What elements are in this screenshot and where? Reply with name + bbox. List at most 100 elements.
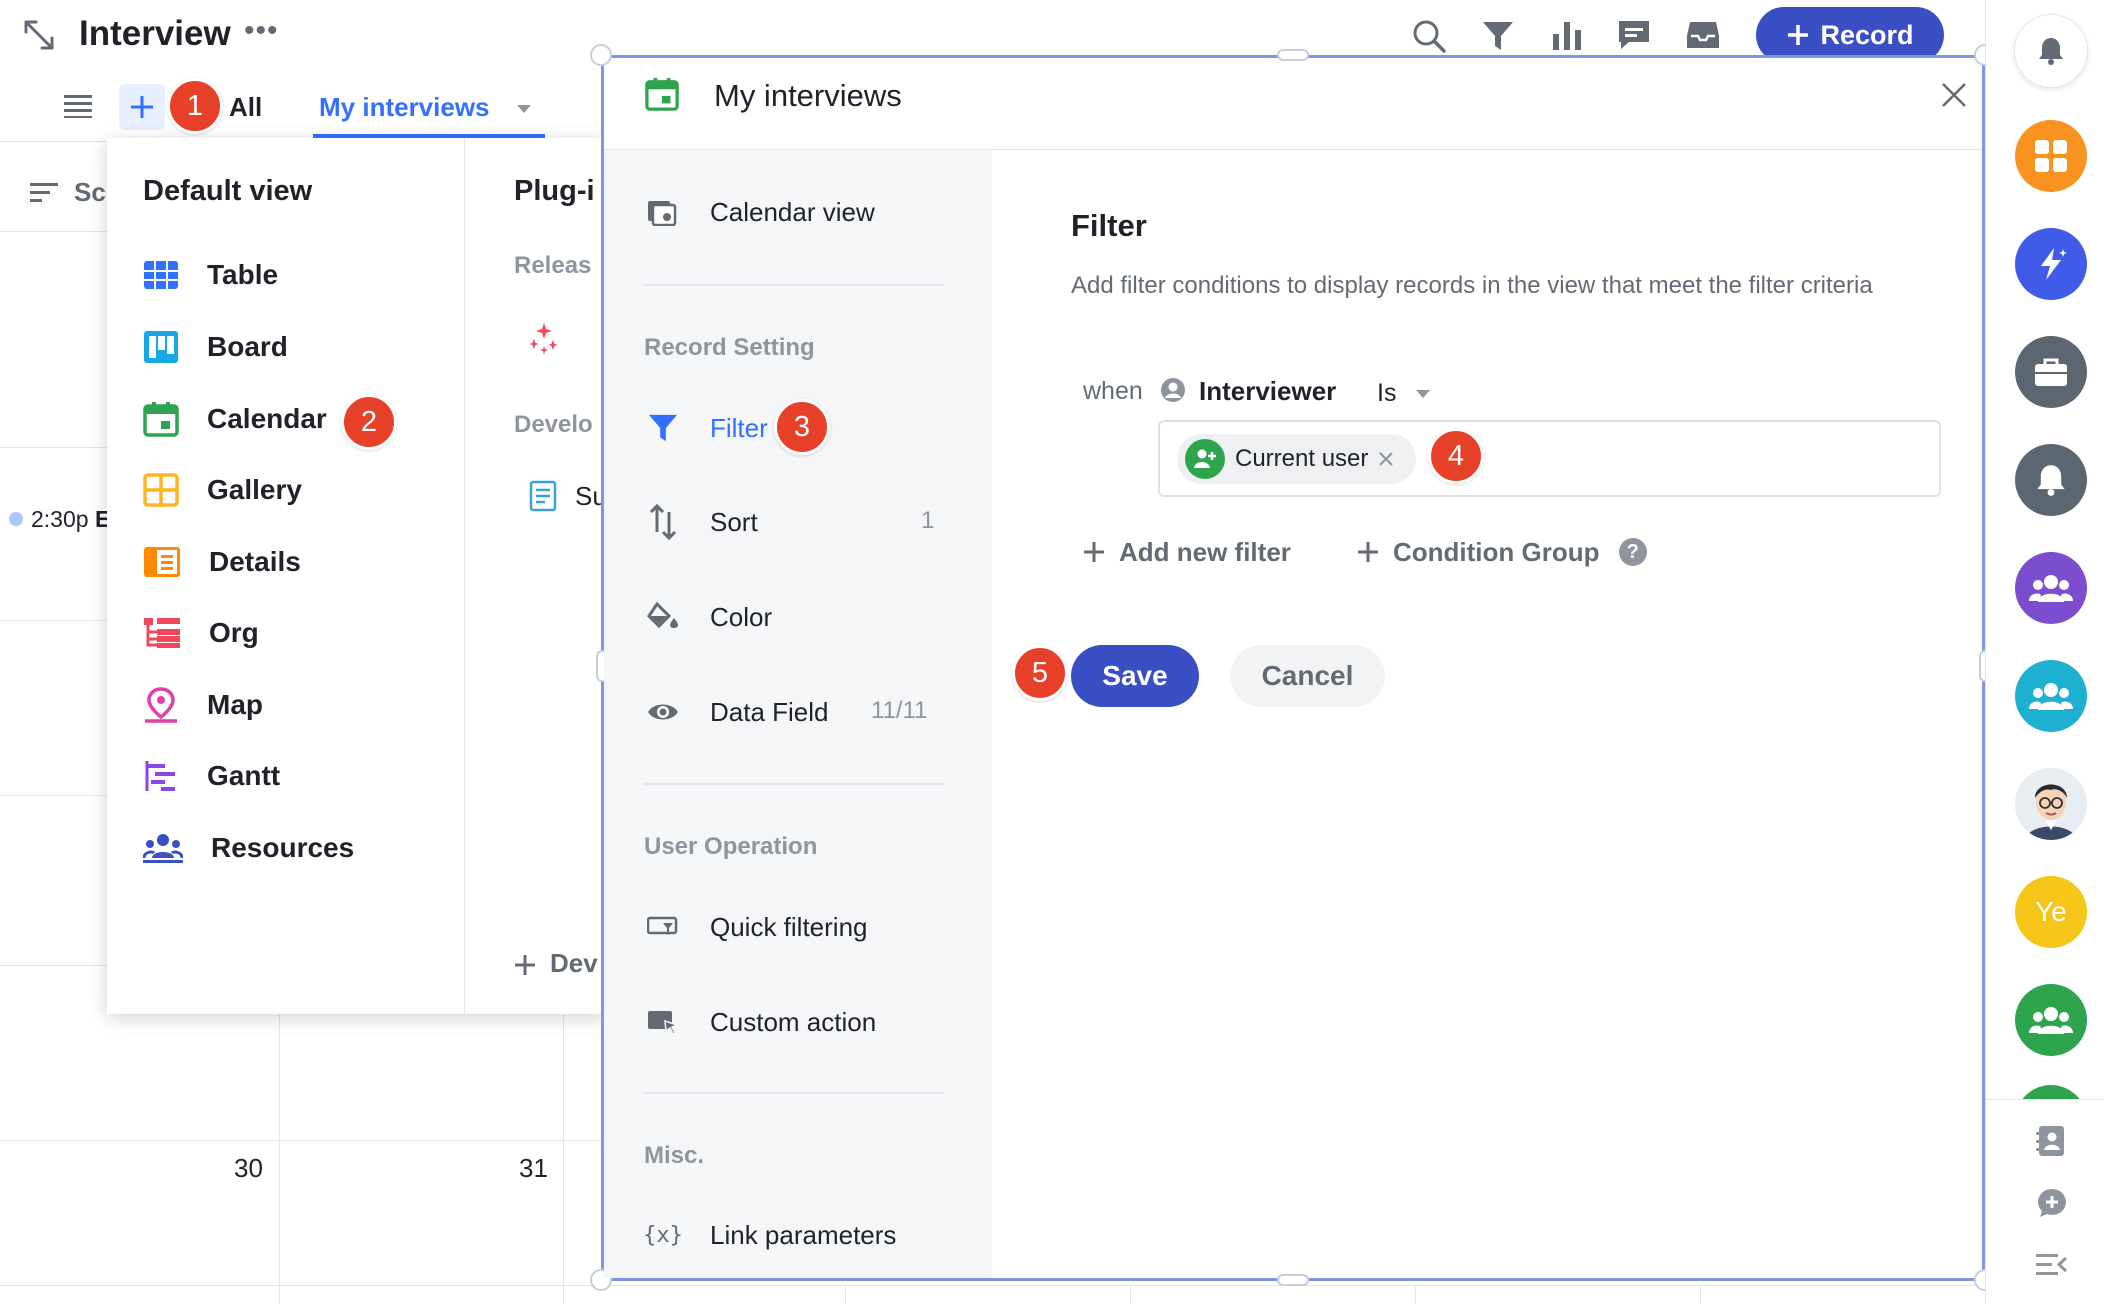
when-label: when bbox=[1083, 377, 1143, 405]
setting-label: Calendar view bbox=[710, 196, 875, 227]
resize-handle[interactable] bbox=[1277, 49, 1309, 61]
collapse-arrow-icon[interactable] bbox=[22, 18, 56, 52]
person-icon bbox=[1160, 377, 1186, 403]
current-user-chip[interactable]: Current user bbox=[1177, 434, 1417, 484]
view-option-resources[interactable]: Resources bbox=[143, 823, 354, 873]
rail-group-purple[interactable] bbox=[2015, 552, 2087, 624]
calendar-grid-line bbox=[279, 1014, 280, 1304]
setting-custom-action[interactable]: Custom action bbox=[644, 997, 876, 1047]
sort-arrows-icon bbox=[644, 504, 682, 540]
develop-section-label: Develo bbox=[514, 411, 593, 438]
user-add-icon bbox=[1185, 439, 1225, 479]
view-option-label: Details bbox=[209, 546, 301, 577]
calendar-event[interactable]: 2:30p E bbox=[31, 506, 110, 533]
setting-label: Link parameters bbox=[710, 1219, 897, 1250]
setting-label: Custom action bbox=[710, 1006, 877, 1037]
plus-icon bbox=[1357, 541, 1379, 563]
contacts-book-icon[interactable] bbox=[2036, 1124, 2066, 1158]
add-developer-label: Dev bbox=[550, 948, 598, 978]
menu-lines-icon[interactable] bbox=[64, 94, 94, 118]
bell-icon bbox=[2037, 36, 2065, 66]
setting-data-field[interactable]: Data Field bbox=[644, 687, 829, 737]
rail-user-avatar[interactable] bbox=[2015, 768, 2087, 840]
eye-icon bbox=[644, 700, 682, 724]
tab-my-interviews[interactable]: My interviews bbox=[319, 92, 533, 123]
resize-handle[interactable] bbox=[590, 44, 612, 66]
cancel-button[interactable]: Cancel bbox=[1230, 645, 1385, 707]
step-badge-5: 5 bbox=[1012, 645, 1068, 701]
plugin-heading: Plug-i bbox=[514, 175, 595, 207]
remove-chip-icon[interactable] bbox=[1378, 451, 1394, 467]
calendar-day-number: 31 bbox=[519, 1153, 548, 1183]
sort-count: 1 bbox=[921, 507, 935, 534]
rail-group-green[interactable] bbox=[2015, 984, 2087, 1056]
calendar-icon bbox=[645, 76, 679, 112]
view-option-label: Board bbox=[207, 331, 288, 362]
view-option-table[interactable]: Table bbox=[143, 250, 278, 300]
table-icon bbox=[143, 260, 179, 290]
calendar-grid-line bbox=[0, 1140, 600, 1141]
add-chat-icon[interactable] bbox=[2036, 1187, 2068, 1219]
setting-color[interactable]: Color bbox=[644, 592, 772, 642]
view-option-org[interactable]: Org bbox=[143, 608, 259, 658]
board-icon bbox=[143, 330, 179, 364]
rail-ai-assistant[interactable] bbox=[2015, 228, 2087, 300]
view-option-label: Calendar bbox=[207, 403, 327, 434]
rail-app-grid[interactable] bbox=[2015, 120, 2087, 192]
add-new-filter-button[interactable]: Add new filter bbox=[1083, 537, 1291, 568]
view-option-label: Map bbox=[207, 689, 263, 720]
notifications-button[interactable] bbox=[2014, 14, 2088, 88]
view-option-details[interactable]: Details bbox=[143, 537, 301, 587]
view-option-board[interactable]: Board bbox=[143, 322, 288, 372]
rail-divider bbox=[1985, 1099, 2104, 1100]
setting-calendar-view[interactable]: Calendar view bbox=[644, 187, 875, 237]
group-icon bbox=[2029, 681, 2073, 711]
more-icon[interactable]: ••• bbox=[244, 14, 279, 48]
inbox-icon[interactable] bbox=[1686, 20, 1720, 50]
condition-group-button[interactable]: Condition Group ? bbox=[1357, 537, 1647, 568]
gallery-icon bbox=[143, 473, 179, 507]
rail-group-teal[interactable] bbox=[2015, 660, 2087, 732]
rail-more-peek bbox=[2015, 1085, 2087, 1099]
setting-quick-filtering[interactable]: Quick filtering bbox=[644, 902, 868, 952]
comment-icon[interactable] bbox=[1617, 18, 1651, 52]
right-rail bbox=[1985, 0, 2104, 1304]
rail-workspace[interactable] bbox=[2015, 336, 2087, 408]
help-icon[interactable]: ? bbox=[1618, 538, 1647, 567]
add-developer-plugin[interactable]: Dev bbox=[514, 948, 598, 979]
search-icon[interactable] bbox=[1411, 18, 1447, 54]
setting-filter[interactable]: Filter bbox=[644, 403, 768, 453]
settings-divider bbox=[644, 284, 944, 286]
release-section-label: Releas bbox=[514, 252, 592, 279]
bell-icon bbox=[2035, 463, 2067, 497]
develop-plugin-item[interactable]: Su bbox=[529, 480, 607, 512]
calendar-view-icon bbox=[644, 198, 682, 226]
view-option-gantt[interactable]: Gantt bbox=[143, 751, 280, 801]
save-button[interactable]: Save bbox=[1071, 645, 1199, 707]
filter-operator-select[interactable]: Is bbox=[1377, 379, 1431, 408]
setting-sort[interactable]: Sort bbox=[644, 497, 758, 547]
bar-chart-icon[interactable] bbox=[1551, 18, 1583, 52]
collapse-panel-icon[interactable] bbox=[2036, 1252, 2068, 1278]
setting-link-parameters[interactable]: {x} Link parameters bbox=[643, 1210, 897, 1260]
tab-all[interactable]: All bbox=[229, 92, 262, 123]
rail-alerts[interactable] bbox=[2015, 444, 2087, 516]
close-icon[interactable] bbox=[1940, 81, 1968, 109]
resize-handle[interactable] bbox=[1277, 1274, 1309, 1286]
view-option-gallery[interactable]: Gallery bbox=[143, 465, 302, 515]
filter-field-select[interactable]: Interviewer bbox=[1199, 376, 1336, 407]
view-option-calendar[interactable]: Calendar bbox=[143, 394, 327, 444]
document-icon bbox=[529, 480, 557, 512]
add-view-button[interactable] bbox=[119, 84, 165, 130]
filter-funnel-icon[interactable] bbox=[1481, 20, 1515, 52]
filter-funnel-icon bbox=[644, 413, 682, 443]
calendar-icon bbox=[143, 401, 179, 437]
condition-group-label: Condition Group bbox=[1393, 537, 1600, 567]
view-option-label: Gantt bbox=[207, 760, 281, 791]
rail-user-initials[interactable]: Ye bbox=[2015, 876, 2087, 948]
sparkle-plugin-icon[interactable] bbox=[527, 322, 561, 356]
settings-divider bbox=[644, 1092, 944, 1094]
sort-toolbar[interactable]: Sc bbox=[30, 177, 106, 208]
view-option-label: Table bbox=[207, 259, 279, 290]
view-option-map[interactable]: Map bbox=[143, 680, 263, 730]
